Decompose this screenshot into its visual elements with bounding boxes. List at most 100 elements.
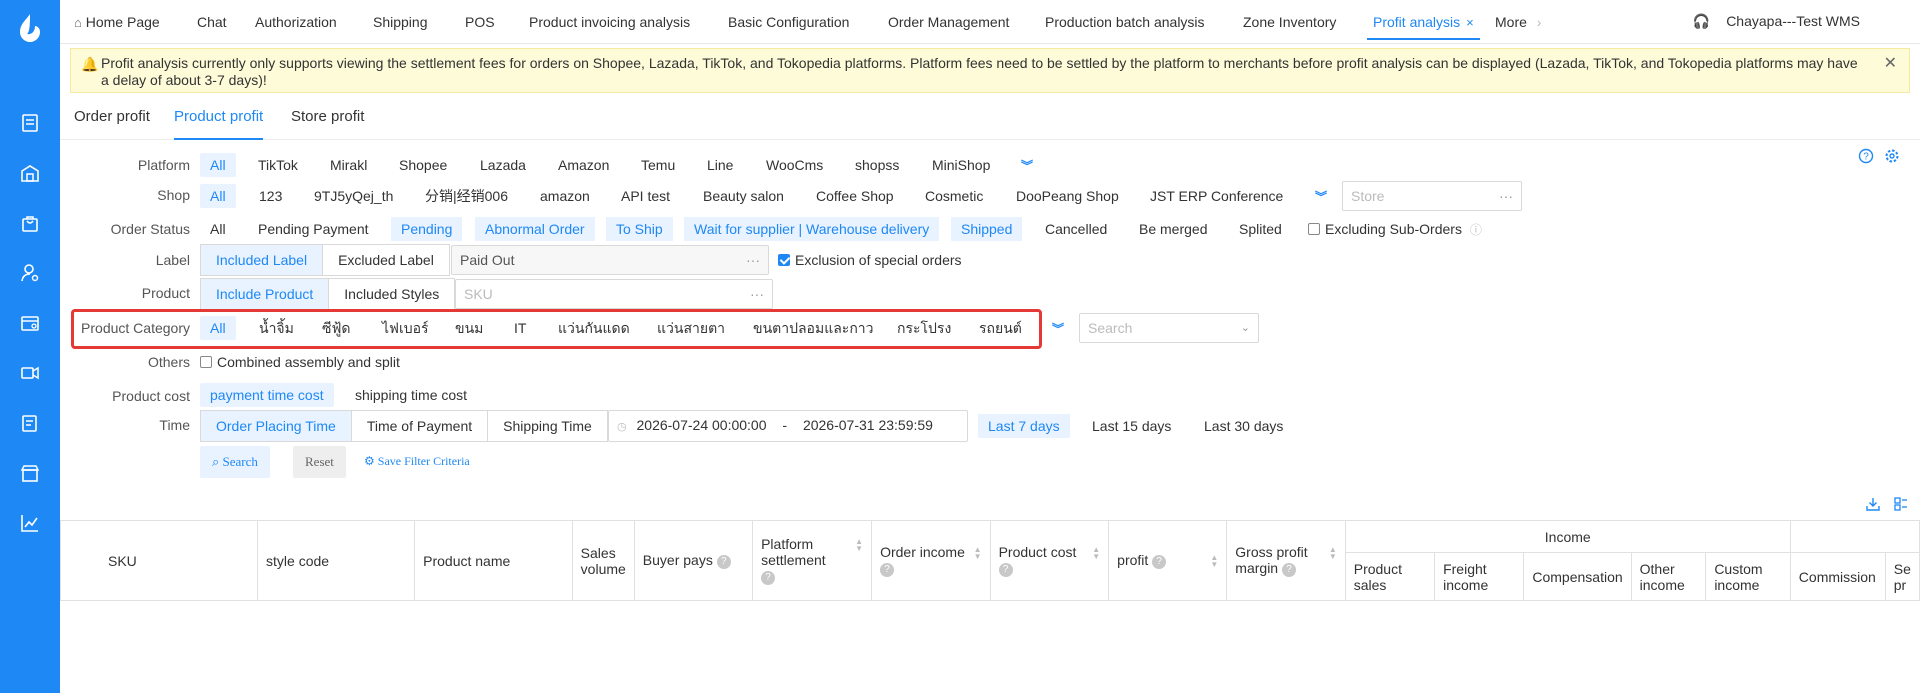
category-option[interactable]: รถยนต์ bbox=[969, 316, 1032, 340]
platform-option[interactable]: shopss bbox=[845, 153, 909, 177]
exclusion-special-orders-checkbox[interactable]: Exclusion of special orders bbox=[778, 248, 962, 272]
column-header-buyer-pays[interactable]: Buyer pays ? bbox=[633, 520, 754, 601]
included-styles-option[interactable]: Included Styles bbox=[329, 279, 454, 309]
status-option[interactable]: Wait for supplier | Warehouse delivery bbox=[684, 217, 940, 241]
tab-more[interactable]: More › bbox=[1495, 0, 1541, 40]
status-option[interactable]: Cancelled bbox=[1035, 217, 1117, 241]
excluding-sub-orders-checkbox[interactable]: Excluding Sub-Orders ⓘ bbox=[1308, 217, 1482, 241]
category-option[interactable]: ขนม bbox=[445, 316, 493, 340]
status-option[interactable]: Pending bbox=[391, 217, 463, 241]
tab-zone-inventory[interactable]: Zone Inventory bbox=[1243, 0, 1336, 40]
platform-option[interactable]: Line bbox=[697, 153, 743, 177]
tab-production-batch-analysis[interactable]: Production batch analysis bbox=[1045, 0, 1205, 40]
shop-option[interactable]: All bbox=[200, 184, 236, 208]
tab-chat[interactable]: Chat bbox=[197, 0, 227, 40]
shop-option[interactable]: Beauty salon bbox=[693, 184, 794, 208]
shop-option[interactable]: 123 bbox=[249, 184, 292, 208]
platform-option[interactable]: Temu bbox=[631, 153, 685, 177]
warehouse-icon[interactable] bbox=[20, 163, 40, 183]
tab-product-profit[interactable]: Product profit bbox=[174, 98, 264, 140]
shop-option[interactable]: 分销|经销006 bbox=[415, 184, 518, 208]
user-settings-icon[interactable] bbox=[20, 263, 40, 283]
video-icon[interactable] bbox=[20, 363, 40, 383]
shop-option[interactable]: amazon bbox=[530, 184, 600, 208]
tab-home[interactable]: ⌂ Home Page bbox=[74, 0, 160, 40]
quick-range-option[interactable]: Last 15 days bbox=[1082, 414, 1181, 438]
time-of-payment-option[interactable]: Time of Payment bbox=[352, 411, 489, 441]
status-option[interactable]: To Ship bbox=[606, 217, 673, 241]
category-option[interactable]: น้ำจิ้ม bbox=[249, 316, 304, 340]
platform-option[interactable]: All bbox=[200, 153, 236, 177]
column-header-product-cost[interactable]: ▲ ▼ Product cost? bbox=[989, 520, 1110, 601]
combined-assembly-checkbox[interactable]: Combined assembly and split bbox=[200, 350, 400, 374]
platform-option[interactable]: Shopee bbox=[389, 153, 457, 177]
platform-option[interactable]: WooCms bbox=[756, 153, 833, 177]
category-option[interactable]: ไฟเบอร์ bbox=[372, 316, 439, 340]
headset-icon[interactable]: 🎧 bbox=[1693, 13, 1710, 29]
expand-chevron-icon[interactable]: ︾ bbox=[1315, 188, 1327, 205]
cost-option[interactable]: payment time cost bbox=[200, 383, 334, 407]
shop-option[interactable]: Cosmetic bbox=[915, 184, 993, 208]
status-option[interactable]: Be merged bbox=[1129, 217, 1217, 241]
logo-icon[interactable] bbox=[16, 12, 44, 44]
sort-icon[interactable]: ▲ ▼ bbox=[1210, 554, 1218, 569]
sku-input[interactable]: SKU ··· bbox=[455, 279, 773, 309]
shop-icon[interactable] bbox=[20, 463, 40, 483]
status-option[interactable]: Abnormal Order bbox=[475, 217, 595, 241]
column-header-gross-profit-margin[interactable]: ▲ ▼ Gross profit margin ? bbox=[1226, 520, 1346, 601]
reset-button[interactable]: Reset bbox=[293, 446, 346, 478]
column-header-order-income[interactable]: ▲ ▼ Order income? bbox=[871, 520, 991, 601]
status-option[interactable]: Splited bbox=[1229, 217, 1292, 241]
shop-option[interactable]: JST ERP Conference bbox=[1140, 184, 1293, 208]
tab-authorization[interactable]: Authorization bbox=[255, 0, 337, 40]
shop-option[interactable]: DooPeang Shop bbox=[1006, 184, 1129, 208]
sort-icon[interactable]: ▲ ▼ bbox=[855, 538, 863, 553]
store-card-icon[interactable] bbox=[20, 313, 40, 333]
category-option[interactable]: IT bbox=[504, 316, 536, 340]
category-option[interactable]: แว่นกันแดด bbox=[548, 316, 640, 340]
order-placing-time-option[interactable]: Order Placing Time bbox=[201, 411, 352, 441]
category-option[interactable]: แว่นสายตา bbox=[647, 316, 735, 340]
store-select[interactable]: Store ··· bbox=[1342, 181, 1522, 211]
sort-icon[interactable]: ▲ ▼ bbox=[1092, 546, 1100, 561]
tab-pos[interactable]: POS bbox=[465, 0, 495, 40]
gear-icon[interactable] bbox=[1884, 148, 1900, 164]
column-header-platform-settlement[interactable]: ▲ ▼ Platform settlement? bbox=[752, 520, 873, 601]
expand-chevron-icon[interactable]: ︾ bbox=[1052, 320, 1064, 337]
platform-option[interactable]: TikTok bbox=[248, 153, 308, 177]
user-menu[interactable]: 🎧 Chayapa---Test WMS bbox=[1693, 0, 1860, 42]
excluded-label-option[interactable]: Excluded Label bbox=[323, 245, 449, 275]
tab-basic-configuration[interactable]: Basic Configuration bbox=[728, 0, 849, 40]
tab-order-management[interactable]: Order Management bbox=[888, 0, 1009, 40]
tab-product-invoicing-analysis[interactable]: Product invoicing analysis bbox=[529, 0, 690, 40]
close-icon[interactable]: ✕ bbox=[1884, 55, 1897, 72]
column-header-profit[interactable]: ▲ ▼ profit ? bbox=[1108, 520, 1228, 601]
column-settings-icon[interactable] bbox=[1894, 497, 1908, 511]
tab-shipping[interactable]: Shipping bbox=[373, 0, 428, 40]
sort-icon[interactable]: ▲ ▼ bbox=[1329, 546, 1337, 561]
close-icon[interactable]: × bbox=[1466, 15, 1474, 30]
tab-order-profit[interactable]: Order profit bbox=[74, 98, 150, 140]
category-option[interactable]: กระโปรง bbox=[887, 316, 961, 340]
date-range-picker[interactable]: ◷ 2026-07-24 00:00:00 - 2026-07-31 23:59… bbox=[608, 410, 968, 442]
help-icon[interactable]: ? bbox=[1858, 148, 1874, 164]
tab-store-profit[interactable]: Store profit bbox=[291, 98, 364, 140]
category-option[interactable]: ขนตาปลอมและกาว bbox=[743, 316, 884, 340]
cost-option[interactable]: shipping time cost bbox=[345, 383, 477, 407]
quick-range-option[interactable]: Last 30 days bbox=[1194, 414, 1293, 438]
status-option[interactable]: Shipped bbox=[951, 217, 1023, 241]
platform-option[interactable]: Lazada bbox=[470, 153, 536, 177]
chart-trend-icon[interactable] bbox=[20, 513, 40, 533]
edit-list-icon[interactable] bbox=[20, 413, 40, 433]
platform-option[interactable]: MiniShop bbox=[922, 153, 1000, 177]
shipping-time-option[interactable]: Shipping Time bbox=[488, 411, 607, 441]
quick-range-option[interactable]: Last 7 days bbox=[978, 414, 1070, 438]
status-option[interactable]: Pending Payment bbox=[248, 217, 379, 241]
platform-option[interactable]: Mirakl bbox=[320, 153, 377, 177]
shop-option[interactable]: 9TJ5yQej_th bbox=[304, 184, 403, 208]
include-product-option[interactable]: Include Product bbox=[201, 279, 330, 309]
expand-chevron-icon[interactable]: ︾ bbox=[1021, 157, 1033, 174]
category-option[interactable]: ซีฟู้ด bbox=[312, 316, 361, 340]
shopping-bag-icon[interactable] bbox=[20, 213, 40, 233]
document-icon[interactable] bbox=[20, 113, 40, 133]
